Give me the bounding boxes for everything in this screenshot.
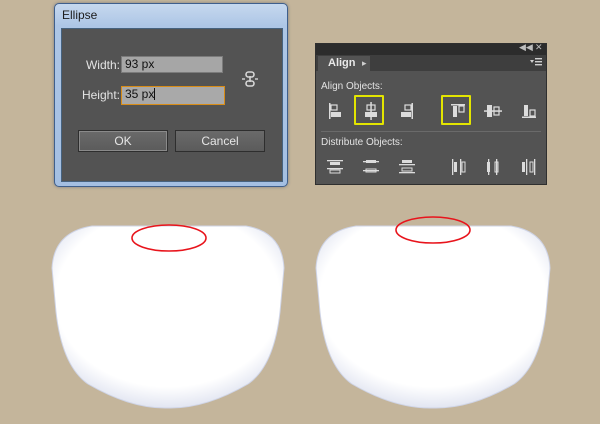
shield-shape-left[interactable] (51, 225, 285, 409)
shield-shape-right[interactable] (315, 225, 551, 409)
artboard (51, 216, 551, 409)
